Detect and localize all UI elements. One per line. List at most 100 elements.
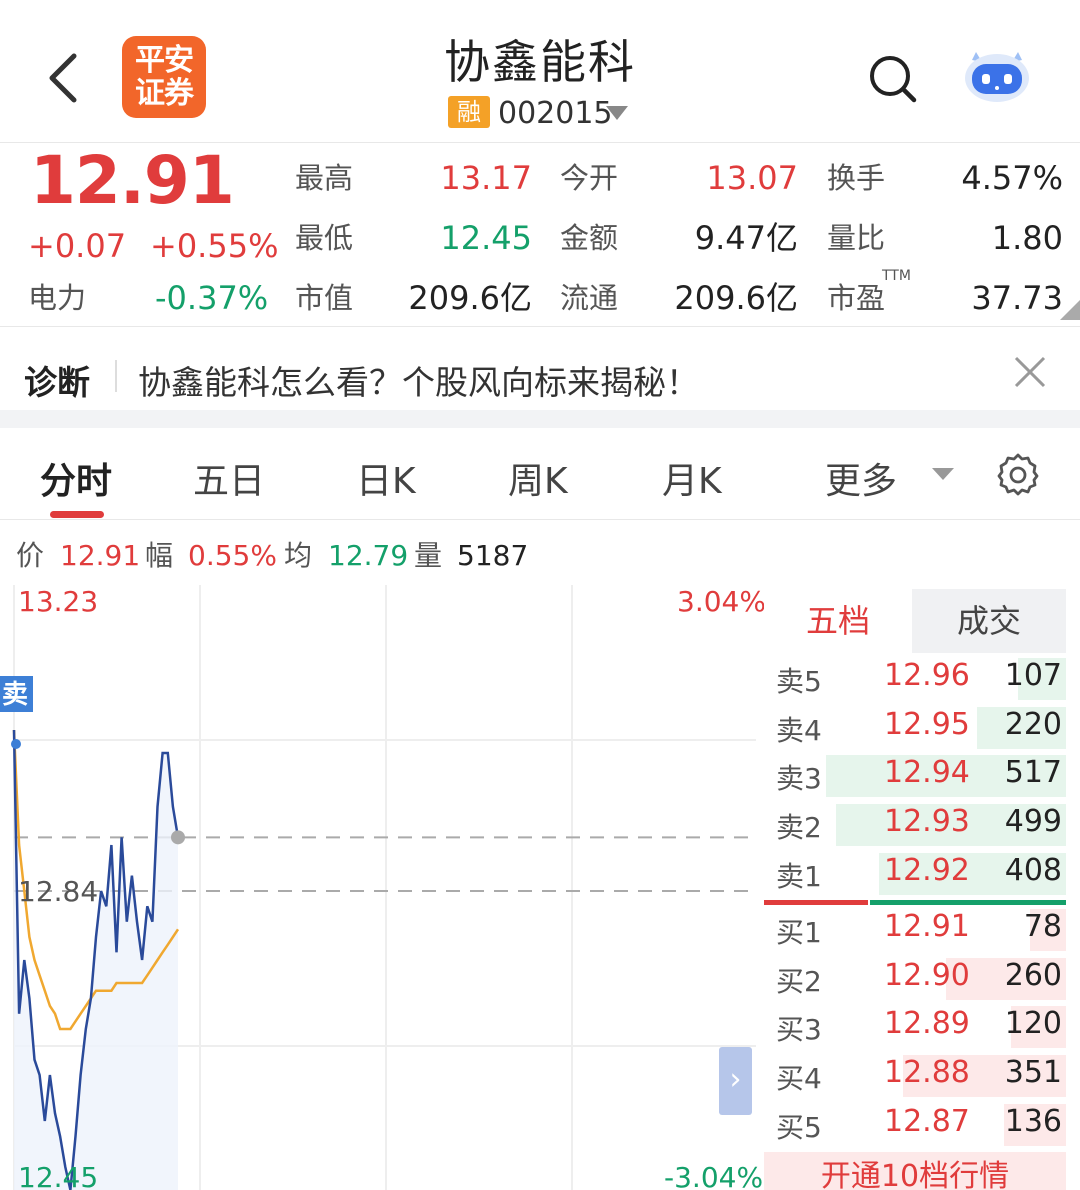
level-name: 卖3	[776, 762, 822, 795]
bid-row[interactable]: 买4 12.88 351	[764, 1052, 1066, 1101]
info-avg: 12.79	[328, 539, 409, 572]
level-volume: 351	[1004, 1055, 1062, 1090]
gear-icon[interactable]	[996, 452, 1040, 496]
level-name: 买3	[776, 1013, 822, 1046]
logo-line-1: 平安	[135, 43, 194, 78]
info-range: 0.55%	[188, 539, 277, 572]
stock-name-title: 协鑫能科	[444, 35, 636, 89]
level-name: 买4	[776, 1062, 822, 1095]
open-10-level-button[interactable]: 开通10档行情	[764, 1152, 1066, 1190]
level-price: 12.91	[884, 909, 970, 944]
level-name: 买5	[776, 1111, 822, 1144]
market-cap-label: 市值	[295, 281, 354, 315]
turnover-value: 4.57%	[961, 159, 1063, 197]
market-cap-value: 209.6亿	[408, 279, 532, 317]
intraday-chart[interactable]: 卖	[0, 585, 760, 1190]
current-price: 12.91	[30, 142, 235, 219]
pct-axis-top-label: 3.04%	[677, 585, 766, 618]
level-volume: 260	[1004, 958, 1062, 993]
tabs-divider	[0, 519, 1080, 520]
level-volume: 120	[1004, 1006, 1062, 1041]
level-name: 卖2	[776, 811, 822, 844]
code-dropdown-caret-icon[interactable]	[606, 106, 628, 120]
bid-row[interactable]: 买3 12.89 120	[764, 1003, 1066, 1052]
level-volume: 107	[1004, 658, 1062, 693]
tab-five-day[interactable]: 五日	[193, 452, 265, 504]
orderbook-divider-ask	[870, 900, 1066, 905]
expand-corner-icon[interactable]	[1060, 300, 1080, 320]
margin-badge: 融	[448, 96, 490, 128]
tab-weekly-k[interactable]: 周K	[508, 452, 568, 504]
pe-ttm-superscript: TTM	[882, 268, 911, 284]
active-tab-underline	[50, 511, 104, 518]
info-volume-label: 量	[414, 539, 443, 572]
info-range-label: 幅	[145, 539, 174, 572]
tab-more[interactable]: 更多	[825, 452, 897, 504]
ask-row[interactable]: 卖4 12.95 220	[764, 704, 1066, 753]
tab-five-levels[interactable]: 五档	[764, 589, 912, 653]
tab-trades[interactable]: 成交	[912, 589, 1066, 653]
sector-label[interactable]: 电力	[28, 278, 86, 318]
tab-monthly-k[interactable]: 月K	[662, 452, 722, 504]
high-value: 13.17	[440, 159, 532, 197]
level-price: 12.89	[884, 1006, 970, 1041]
level-price: 12.88	[884, 1055, 970, 1090]
tab-intraday[interactable]: 分时	[40, 452, 112, 504]
bid-row[interactable]: 买1 12.91 78	[764, 906, 1066, 955]
bid-row[interactable]: 买5 12.87 136	[764, 1101, 1066, 1150]
level-price: 12.96	[884, 658, 970, 693]
open-label: 今开	[560, 161, 619, 195]
level-volume: 499	[1004, 804, 1062, 839]
level-price: 12.90	[884, 958, 970, 993]
level-name: 买2	[776, 965, 822, 998]
bid-row[interactable]: 买2 12.90 260	[764, 955, 1066, 1004]
ask-row[interactable]: 卖5 12.96 107	[764, 655, 1066, 704]
diagnosis-link[interactable]: 协鑫能科怎么看？个股风向标来揭秘！	[138, 356, 699, 404]
level-name: 卖1	[776, 860, 822, 893]
info-price-label: 价	[16, 539, 45, 572]
amount-label: 金额	[560, 221, 619, 255]
search-icon[interactable]	[866, 52, 918, 104]
section-gap	[0, 410, 1080, 428]
level-price: 12.95	[884, 707, 970, 742]
level-price: 12.92	[884, 853, 970, 888]
volume-ratio-value: 1.80	[991, 219, 1063, 257]
ask-row[interactable]: 卖1 12.92 408	[764, 850, 1066, 899]
info-volume: 5187	[457, 539, 529, 572]
volume-ratio-label: 量比	[827, 221, 886, 255]
price-change-percent: +0.55%	[150, 227, 279, 265]
low-value: 12.45	[440, 219, 532, 257]
level-name: 卖4	[776, 714, 822, 747]
tab-daily-k[interactable]: 日K	[356, 452, 416, 504]
current-price-dot	[171, 830, 185, 845]
diagnosis-label: 诊断	[24, 363, 90, 402]
sector-percent[interactable]: -0.37%	[155, 278, 268, 318]
level-volume: 78	[1023, 909, 1062, 944]
more-caret-icon[interactable]	[932, 468, 954, 480]
amount-value: 9.47亿	[694, 219, 798, 257]
level-volume: 220	[1004, 707, 1062, 742]
diagnosis-separator	[115, 360, 117, 392]
close-icon[interactable]	[1010, 352, 1050, 392]
float-cap-label: 流通	[560, 281, 619, 315]
expand-side-panel-button[interactable]: ›	[719, 1047, 752, 1115]
robot-icon[interactable]	[960, 44, 1034, 104]
y-axis-mid-label: 12.84	[18, 875, 99, 908]
level-name: 卖5	[776, 665, 822, 698]
stock-code[interactable]: 002015	[498, 96, 613, 132]
info-price: 12.91	[60, 539, 141, 572]
level-name: 买1	[776, 916, 822, 949]
level-price: 12.87	[884, 1104, 970, 1139]
level-price: 12.93	[884, 804, 970, 839]
info-avg-label: 均	[284, 539, 313, 572]
level-volume: 408	[1004, 853, 1062, 888]
price-area-fill	[14, 730, 178, 1190]
pe-label: 市盈	[827, 281, 886, 315]
turnover-label: 换手	[827, 161, 886, 195]
back-arrow-icon[interactable]	[40, 48, 90, 108]
ask-row[interactable]: 卖2 12.93 499	[764, 801, 1066, 850]
low-label: 最低	[295, 221, 354, 255]
broker-logo: 平安 证券	[122, 36, 206, 118]
price-change: +0.07	[28, 227, 127, 265]
ask-row[interactable]: 卖3 12.94 517	[764, 752, 1066, 801]
